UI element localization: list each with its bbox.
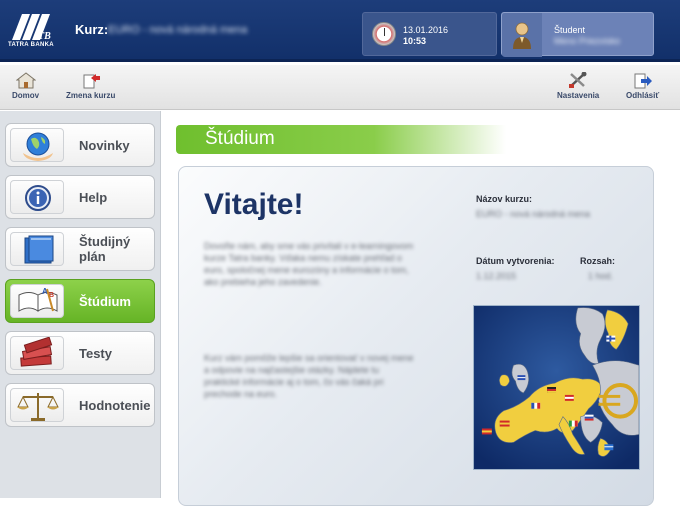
books-icon	[20, 336, 53, 367]
sidebar-item-help[interactable]: Help	[5, 175, 155, 219]
change-course-icon	[83, 74, 100, 89]
created-value: 1.12.2015	[476, 271, 517, 281]
user-avatar-icon	[513, 22, 531, 49]
current-time: 10:53	[403, 36, 427, 46]
change-course-button[interactable]: Zmena kurzu	[66, 72, 115, 100]
welcome-heading: Vitajte!	[204, 188, 304, 221]
user-role: Študent	[554, 25, 586, 35]
globe-icon	[23, 132, 53, 161]
tools-icon	[569, 72, 587, 88]
sidebar-item-testy[interactable]: Testy	[5, 331, 155, 375]
sidebar-item-label: Novinky	[79, 138, 130, 153]
user-box[interactable]: Študent Meno Priezvisko	[501, 12, 654, 57]
intro-paragraph-2: Kurz vám pomôže lepšie sa orientovať v n…	[204, 353, 414, 399]
intro-paragraph: Dovoľte nám, aby sme vás privítali v e-l…	[204, 241, 414, 287]
course-name: EURO - nová národná mena	[108, 24, 248, 36]
sidebar-item-hodnotenie[interactable]: Hodnotenie	[5, 383, 155, 427]
sidebar-item-studijny-plan[interactable]: Študijný plán	[5, 227, 155, 271]
sidebar: Novinky Help Študijný plán A B Štúdium T…	[0, 111, 161, 498]
sidebar-item-novinky[interactable]: Novinky	[5, 123, 155, 167]
scope-value: 1 hod.	[588, 271, 614, 281]
logout-label: Odhlásiť	[626, 91, 660, 100]
current-date: 13.01.2016	[403, 25, 449, 35]
scales-icon	[17, 393, 59, 421]
home-button[interactable]: Domov	[12, 72, 39, 100]
course-name-value: EURO - nová národná mena	[476, 209, 591, 219]
course-label: Kurz:	[75, 22, 109, 37]
book-icon: A B	[18, 287, 58, 312]
sidebar-item-label: Help	[79, 190, 108, 205]
logo-initials: TB	[38, 31, 51, 42]
logo-text: TATRA BANKA	[8, 42, 54, 48]
home-label: Domov	[12, 91, 40, 100]
sidebar-item-label: Hodnotenie	[79, 398, 151, 413]
logout-button[interactable]: Odhlásiť	[626, 72, 659, 100]
logout-icon	[634, 73, 652, 89]
course-name-label: Názov kurzu:	[476, 194, 533, 204]
sidebar-item-label: Testy	[79, 346, 112, 361]
scope-label: Rozsah:	[580, 256, 616, 266]
sidebar-item-label: Študijný plán	[79, 234, 131, 264]
sidebar-item-label: Štúdium	[79, 294, 131, 309]
datetime-box: 13.01.2016 10:53	[362, 12, 497, 56]
clock-icon	[372, 22, 396, 46]
settings-label: Nastavenia	[557, 91, 600, 100]
toolbar: Domov Zmena kurzu Nastavenia Odhlásiť	[0, 65, 680, 110]
home-icon	[15, 72, 36, 89]
user-name: Meno Priezvisko	[554, 36, 621, 46]
eurozone-map-image	[473, 305, 640, 470]
header: TB TATRA BANKA Kurz: EURO - nová národná…	[0, 0, 680, 62]
settings-button[interactable]: Nastavenia	[557, 72, 599, 100]
change-course-label: Zmena kurzu	[66, 91, 116, 100]
created-label: Dátum vytvorenia:	[476, 256, 555, 266]
info-icon	[25, 185, 51, 211]
sidebar-item-studium[interactable]: A B Štúdium	[5, 279, 155, 323]
folder-icon	[24, 235, 54, 264]
section-title: Štúdium	[205, 128, 275, 149]
